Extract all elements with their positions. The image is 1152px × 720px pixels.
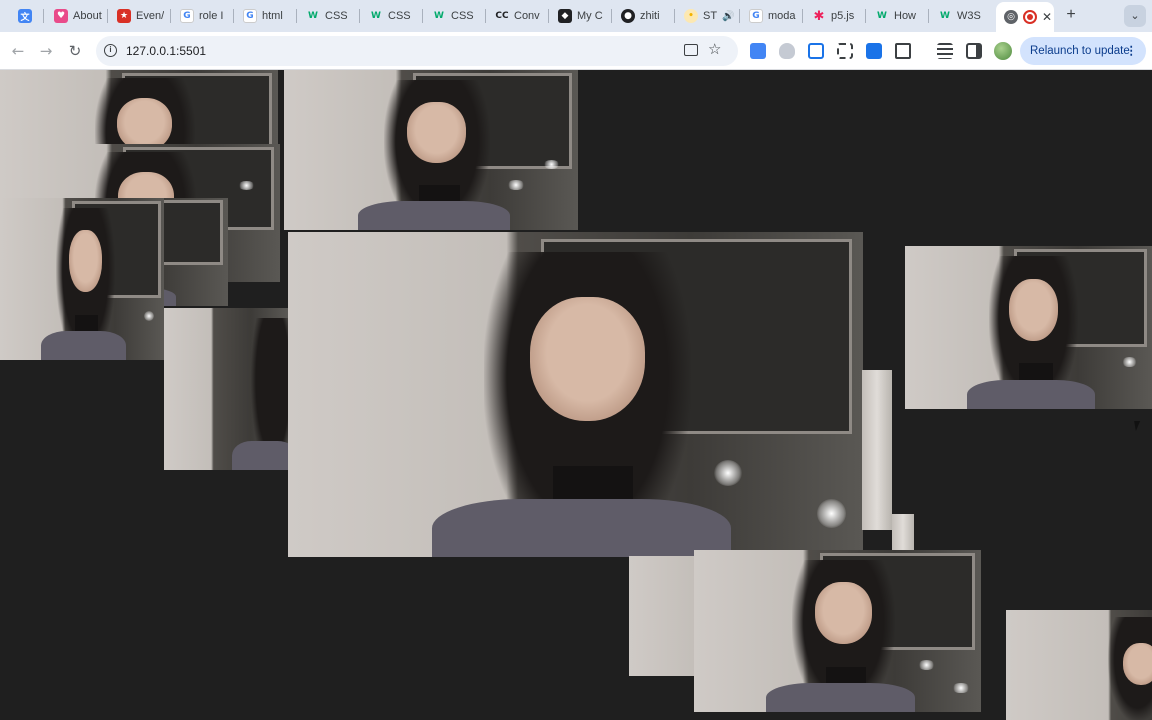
webcam-frame-main [288, 232, 863, 557]
url-text[interactable]: 127.0.0.1:5501 [126, 44, 206, 58]
w3-icon: W [371, 11, 381, 21]
camera-in-use-icon[interactable] [684, 44, 698, 56]
media-controls-icon[interactable] [937, 43, 953, 59]
tab-how[interactable]: W How [867, 4, 929, 28]
w3-icon: W [877, 11, 887, 21]
tab-strip: 文 ♥ About ★ Even/ Grole I Ghtml W CSS W CSS … [0, 0, 1152, 32]
webcam-frame-sliver [892, 514, 914, 550]
extensions-puzzle-icon[interactable] [895, 43, 911, 59]
codepen-icon: ◆ [558, 9, 572, 23]
webcam-frame-sliver [862, 370, 892, 530]
webcam-frame [629, 556, 697, 676]
google-icon: G [180, 9, 194, 23]
back-button[interactable]: ← [7, 40, 29, 62]
webcam-frame [284, 70, 578, 230]
webcam-frame [694, 550, 981, 712]
page-viewport [0, 70, 1152, 720]
tab-search-button[interactable]: ⌄ [1124, 5, 1146, 27]
layout-extension-icon[interactable] [866, 43, 882, 59]
webcam-frame [164, 308, 288, 470]
profile-avatar[interactable] [994, 42, 1012, 60]
webcam-frame [0, 198, 164, 360]
tab-st-playing[interactable]: • ST 🔊 [676, 4, 740, 28]
forward-button[interactable]: → [35, 40, 57, 62]
tab-conv[interactable]: CC Conv [487, 4, 549, 28]
tab-w3s[interactable]: W W3S [930, 4, 992, 28]
w3-icon: W [434, 11, 444, 21]
shield-extension-icon[interactable] [779, 43, 795, 59]
bookmark-star-icon[interactable]: ☆ [708, 40, 721, 58]
webcam-frame [905, 246, 1152, 409]
google-icon: G [243, 9, 257, 23]
badge-icon: ★ [117, 9, 131, 23]
tab-even[interactable]: ★ Even/ [109, 4, 171, 28]
tab-role[interactable]: Grole I [172, 4, 234, 28]
tab-about[interactable]: ♥ About [46, 4, 108, 28]
browser-toolbar: ← → ↻ i 127.0.0.1:5501 ☆ Relaunch to upd… [0, 32, 1152, 70]
tab-p5js[interactable]: ✱ p5.js [804, 4, 866, 28]
grid-extension-icon[interactable] [808, 43, 824, 59]
tab-github[interactable]: ● zhiti [613, 4, 675, 28]
tab-translate[interactable]: 文 [10, 4, 44, 28]
menu-dots-icon[interactable]: ⋮ [1126, 37, 1138, 65]
tab-active-localhost[interactable]: ◎ ✕ [996, 2, 1054, 32]
site-info-icon[interactable]: i [104, 44, 117, 57]
tab-moda[interactable]: Gmoda [741, 4, 803, 28]
address-bar[interactable]: i 127.0.0.1:5501 ☆ [96, 36, 738, 66]
heart-icon: ♥ [54, 9, 68, 23]
translate-icon: 文 [18, 9, 32, 23]
asterisk-icon: ✱ [813, 8, 825, 24]
w3-icon: W [308, 11, 318, 21]
speaker-icon[interactable]: 🔊 [722, 11, 734, 22]
side-panel-icon[interactable] [966, 43, 982, 59]
screenshot-extension-icon[interactable] [837, 43, 853, 59]
tab-css-2[interactable]: W CSS [361, 4, 423, 28]
w3-icon: W [940, 11, 950, 21]
reload-button[interactable]: ↻ [64, 40, 86, 62]
tab-css-1[interactable]: W CSS [298, 4, 360, 28]
tab-html[interactable]: Ghtml [235, 4, 297, 28]
dot-icon: • [684, 9, 698, 23]
close-tab-icon[interactable]: ✕ [1042, 10, 1052, 24]
tab-css-3[interactable]: W CSS [424, 4, 486, 28]
recording-icon [1023, 10, 1037, 24]
relaunch-button[interactable]: Relaunch to update ⋮ [1020, 37, 1146, 65]
webcam-frame [1006, 610, 1152, 720]
cc-icon: CC [495, 11, 509, 21]
google-icon: G [749, 9, 763, 23]
new-tab-button[interactable]: + [1062, 6, 1080, 24]
mouse-cursor-icon [1134, 421, 1142, 431]
github-icon: ● [621, 9, 635, 23]
globe-icon: ◎ [1004, 10, 1018, 24]
translate-extension-icon[interactable] [750, 43, 766, 59]
tab-my-c[interactable]: ◆ My C [550, 4, 612, 28]
